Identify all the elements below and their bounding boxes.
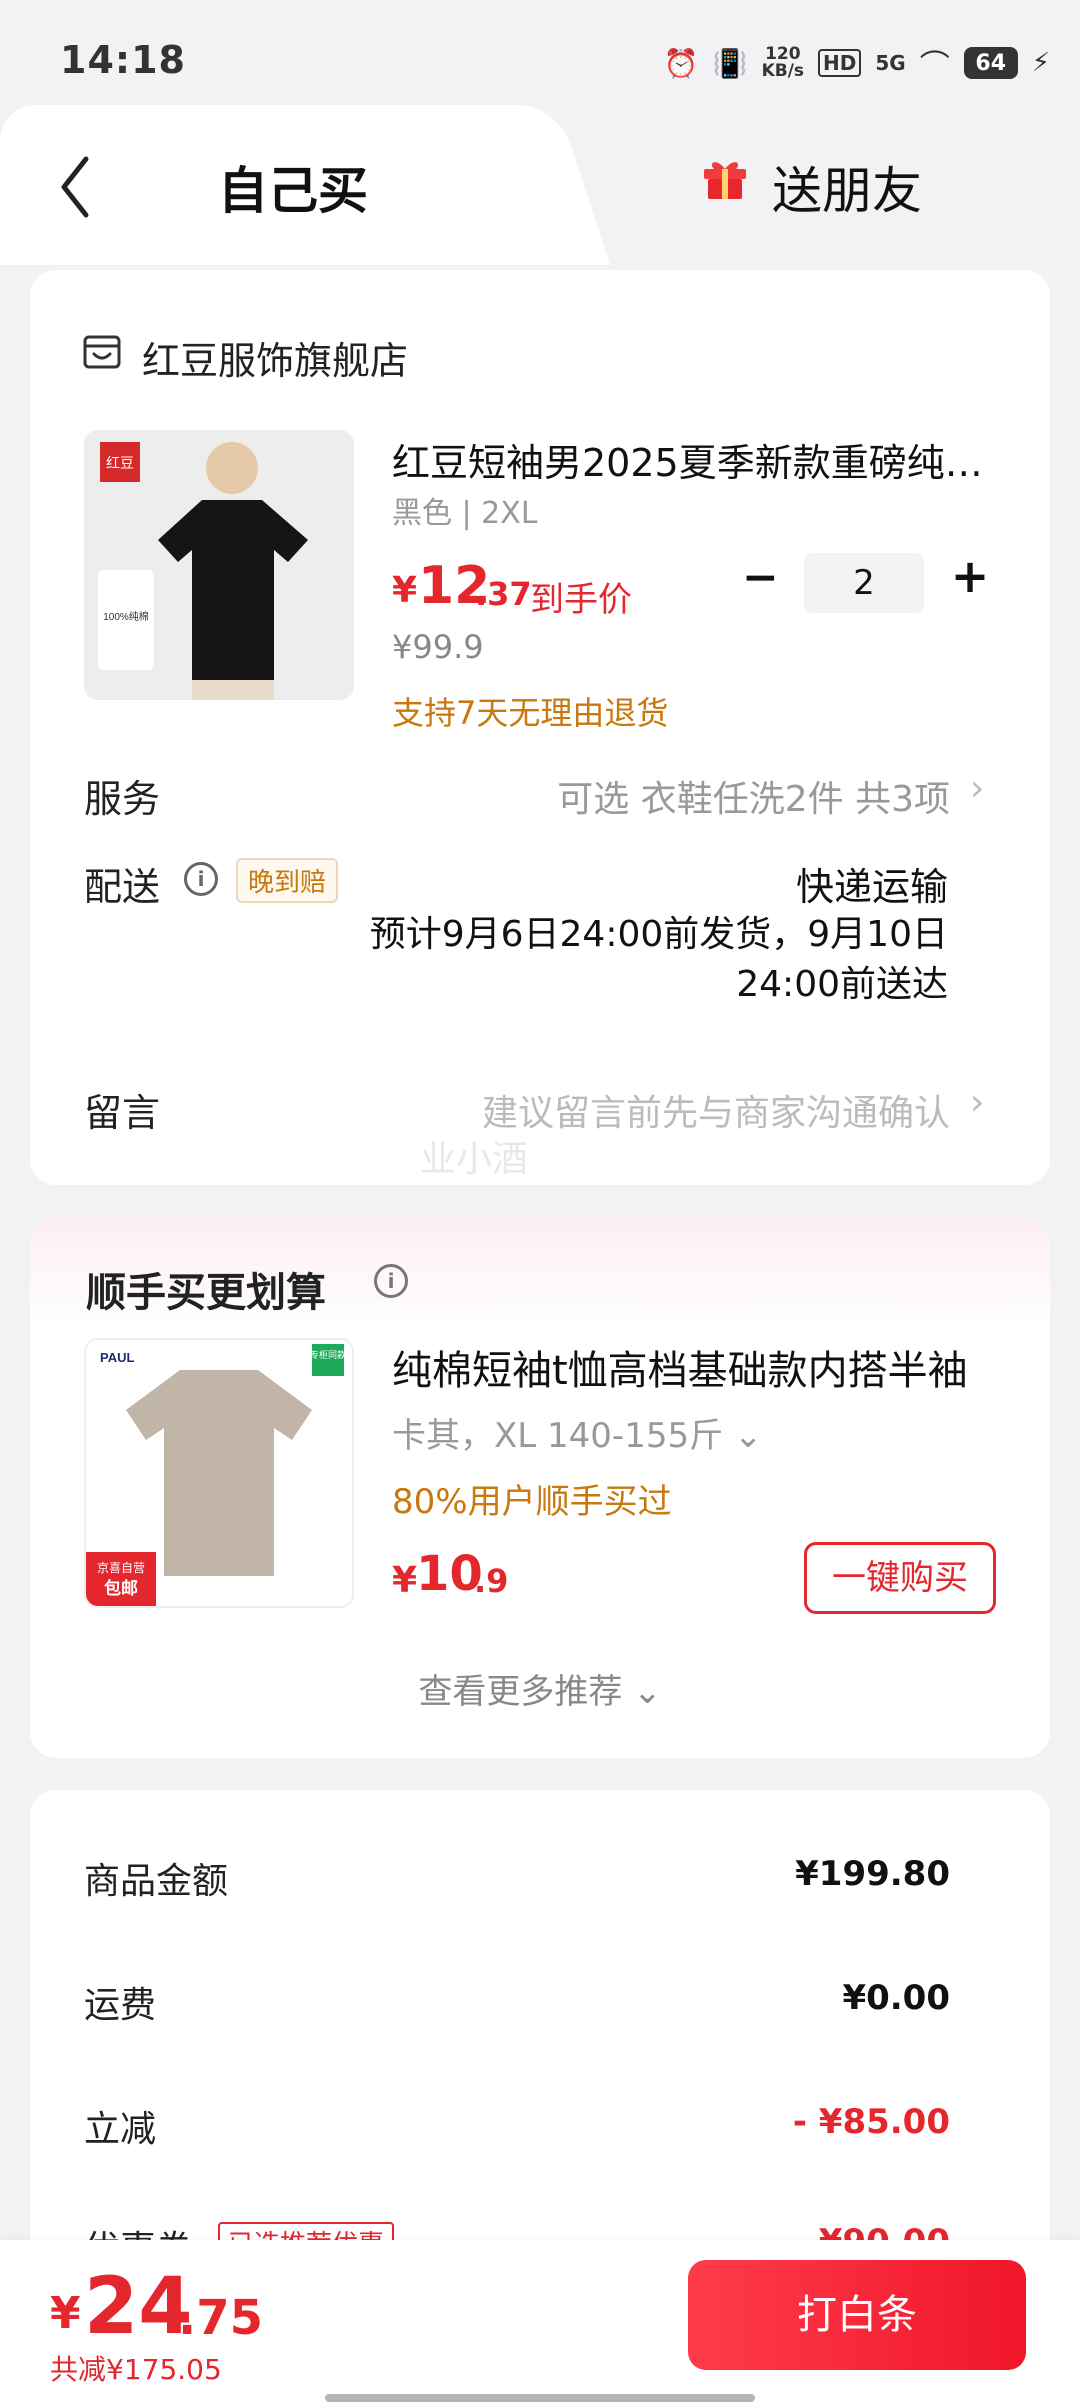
product-title[interactable]: 红豆短袖男2025夏季新款重磅纯… <box>392 432 992 487</box>
purchase-mode-tabs: 自己买 送朋友 <box>0 105 1080 265</box>
price-decimal: .37 <box>475 575 532 613</box>
info-icon[interactable]: i <box>184 862 218 896</box>
recommended-spec-text: 卡其，XL 140-155斤 <box>392 1416 724 1456</box>
cotton-badge: 100%纯棉 <box>103 610 149 623</box>
more-recommendations-link[interactable]: 查看更多推荐 ⌄ <box>0 1664 1080 1713</box>
store-name[interactable]: 红豆服饰旗舰店 <box>142 330 408 385</box>
alarm-icon: ⏰ <box>663 46 699 80</box>
shipping-method: 快递运输 <box>795 865 948 909</box>
goods-amount-value: ¥199.80 <box>795 1854 950 1894</box>
final-price-tag: 到手价 <box>530 580 632 620</box>
product-image[interactable]: 红豆 100%纯棉 <box>84 430 354 700</box>
discount-value: - ¥85.00 <box>792 2102 950 2142</box>
message-input[interactable]: 建议留言前先与商家沟通确认 <box>380 1084 950 1136</box>
brand-logo-text: 红豆 <box>106 455 134 471</box>
home-indicator[interactable] <box>325 2394 755 2402</box>
freight-label: 运费 <box>84 1985 157 2026</box>
status-bar: 14:18 ⏰ 📳 120 KB/s HD 5G ⌒ 64 ⚡ <box>0 0 1080 105</box>
late-compensation-badge: 晚到赔 <box>236 858 339 903</box>
shipping-eta-line2: 24:00前送达 <box>736 964 948 1005</box>
freight-value: ¥0.00 <box>842 1978 950 2018</box>
recommended-price-integer: 10 <box>416 1546 483 1602</box>
total-saved: 共减¥175.05 <box>50 2353 222 2386</box>
vibrate-icon: 📳 <box>712 46 748 80</box>
total-integer: 24 <box>84 2262 193 2352</box>
wifi-icon: ⌒ <box>919 49 950 84</box>
charging-icon: ⚡ <box>1031 48 1050 78</box>
back-arrow-icon[interactable] <box>52 147 112 227</box>
pay-button[interactable]: 打白条 <box>688 2260 1026 2370</box>
chevron-right-icon[interactable]: › <box>970 768 984 809</box>
chevron-down-icon: ⌄ <box>633 1672 662 1712</box>
shipping-eta: 预计9月6日24:00前发货，9月10日 24:00前送达 <box>340 910 948 1010</box>
tag-bottom-2: 包邮 <box>104 1578 138 1598</box>
product-spec[interactable]: 黑色 | 2XL <box>392 488 538 532</box>
signal-5g-icon: 5G <box>875 51 906 75</box>
one-click-buy-button[interactable]: 一键购买 <box>804 1542 996 1614</box>
service-value[interactable]: 可选 衣鞋任洗2件 共3项 <box>480 770 950 822</box>
status-icons: ⏰ 📳 120 KB/s HD 5G ⌒ 64 ⚡ <box>664 38 1050 88</box>
brand-text: PAUL <box>100 1350 134 1365</box>
tab-self-buy-label[interactable]: 自己买 <box>218 151 368 223</box>
service-label: 服务 <box>84 777 161 821</box>
return-policy: 支持7天无理由退货 <box>392 694 669 732</box>
recommended-purchase-stat: 80%用户顺手买过 <box>392 1482 672 1522</box>
quantity-input[interactable]: 2 <box>804 553 924 613</box>
shipping-eta-line1: 预计9月6日24:00前发货，9月10日 <box>369 914 948 955</box>
discount-label: 立减 <box>84 2109 157 2150</box>
recommended-price-currency: ¥ <box>392 1560 418 1601</box>
gift-icon <box>704 162 746 199</box>
recommended-product-name[interactable]: 纯棉短袖t恤高档基础款内搭半袖 <box>392 1338 1012 1396</box>
store-icon <box>83 335 121 369</box>
recommended-product-spec[interactable]: 卡其，XL 140-155斤 ⌄ <box>392 1408 762 1457</box>
battery-icon: 64 <box>963 47 1018 79</box>
total-decimal: .75 <box>178 2290 264 2346</box>
total-currency: ¥ <box>50 2288 81 2339</box>
network-speed: 120 KB/s <box>762 46 804 80</box>
quantity-decrease-button[interactable]: − <box>742 556 779 600</box>
shipping-label: 配送 <box>84 865 161 909</box>
chevron-right-icon[interactable]: › <box>970 1082 984 1123</box>
recommendation-title: 顺手买更划算 <box>86 1270 326 1316</box>
chevron-down-icon: ⌄ <box>733 1416 763 1456</box>
info-icon[interactable]: i <box>374 1264 408 1298</box>
net-speed-unit: KB/s <box>761 61 805 81</box>
clock: 14:18 <box>60 38 186 82</box>
goods-amount-label: 商品金额 <box>84 1861 229 1902</box>
tag-bottom-1: 京喜自营 <box>97 1561 145 1575</box>
recommended-product-image[interactable]: PAUL 专柜同款 京喜自营 包邮 <box>84 1338 354 1608</box>
tag-top: 专柜同款 <box>310 1349 346 1360</box>
price-currency: ¥ <box>392 570 418 611</box>
more-recommendations-text: 查看更多推荐 <box>418 1672 623 1712</box>
quantity-increase-button[interactable]: + <box>950 553 990 599</box>
hd-icon: HD <box>818 49 862 77</box>
watermark: 业小酒 <box>420 1139 529 1180</box>
message-label: 留言 <box>84 1091 161 1135</box>
recommended-price-decimal: .9 <box>474 1562 509 1600</box>
tab-send-friend-label[interactable]: 送朋友 <box>772 151 922 223</box>
original-price: ¥99.9 <box>392 628 484 666</box>
